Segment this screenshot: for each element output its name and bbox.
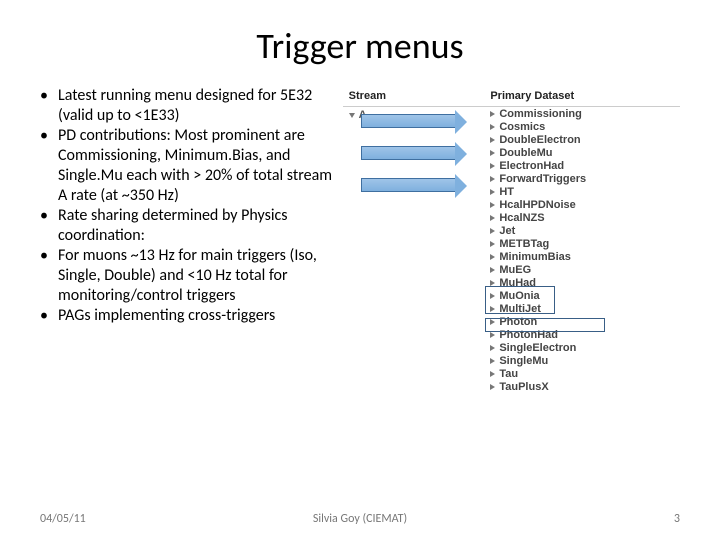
pd-table: Stream Primary Dataset A <box>343 86 680 393</box>
chevron-right-icon <box>490 332 495 338</box>
chevron-right-icon <box>490 280 495 286</box>
bullet-dot: • <box>40 246 58 306</box>
col-pd: Primary Dataset <box>484 86 680 107</box>
col-stream: Stream <box>343 86 485 107</box>
pd-item: SingleElectron <box>490 341 680 354</box>
pd-item: ForwardTriggers <box>490 172 680 185</box>
chevron-right-icon <box>490 137 495 143</box>
pd-label: Tau <box>499 368 518 380</box>
footer-author: Silvia Goy (CIEMAT) <box>313 512 407 526</box>
pd-item: Tau <box>490 367 680 380</box>
pd-label: ForwardTriggers <box>499 173 586 185</box>
pd-label: DoubleMu <box>499 147 552 159</box>
bullet-text: Rate sharing determined by Physics coord… <box>58 206 333 246</box>
chevron-right-icon <box>490 384 495 390</box>
pd-item: METBTag <box>490 237 680 250</box>
chevron-right-icon <box>490 241 495 247</box>
pd-label: SingleMu <box>499 355 548 367</box>
pd-label: TauPlusX <box>499 381 548 393</box>
chevron-right-icon <box>490 124 495 130</box>
bullet-item: •For muons ~13 Hz for main triggers (Iso… <box>40 246 333 306</box>
bullet-text: Latest running menu designed for 5E32 (v… <box>58 86 333 126</box>
pd-item: Cosmics <box>490 120 680 133</box>
pd-label: Cosmics <box>499 121 545 133</box>
arrow-shape <box>361 114 456 128</box>
pd-item: HcalHPDNoise <box>490 198 680 211</box>
slide: Trigger menus •Latest running menu desig… <box>0 0 720 540</box>
bullet-item: •Latest running menu designed for 5E32 (… <box>40 86 333 126</box>
pd-label: Commissioning <box>499 108 582 120</box>
chevron-right-icon <box>490 267 495 273</box>
arrow-shape <box>361 178 456 192</box>
pd-label: DoubleElectron <box>499 134 580 146</box>
bullet-text: PD contributions: Most prominent are Com… <box>58 126 333 206</box>
chevron-right-icon <box>490 358 495 364</box>
pd-label: HcalNZS <box>499 212 544 224</box>
pd-list: CommissioningCosmicsDoubleElectronDouble… <box>490 107 680 393</box>
bullet-dot: • <box>40 206 58 246</box>
pd-label: HT <box>499 186 514 198</box>
pd-label: MuEG <box>499 264 531 276</box>
chevron-right-icon <box>490 202 495 208</box>
bullet-list: •Latest running menu designed for 5E32 (… <box>40 86 333 326</box>
bullet-dot: • <box>40 306 58 326</box>
chevron-right-icon <box>490 371 495 377</box>
chevron-right-icon <box>490 176 495 182</box>
chevron-right-icon <box>490 254 495 260</box>
pd-item: SingleMu <box>490 354 680 367</box>
highlight-box <box>485 286 555 314</box>
pd-label: HcalHPDNoise <box>499 199 575 211</box>
footer-page: 3 <box>674 512 680 526</box>
pd-label: METBTag <box>499 238 549 250</box>
bullet-item: •Rate sharing determined by Physics coor… <box>40 206 333 246</box>
bullet-item: •PAGs implementing cross-triggers <box>40 306 333 326</box>
slide-title: Trigger menus <box>40 24 680 68</box>
chevron-right-icon <box>490 345 495 351</box>
chevron-right-icon <box>490 228 495 234</box>
bullet-text: PAGs implementing cross-triggers <box>58 306 333 326</box>
pd-item: MuEG <box>490 263 680 276</box>
chevron-right-icon <box>490 163 495 169</box>
chevron-right-icon <box>490 111 495 117</box>
highlight-box <box>485 318 605 332</box>
content-area: •Latest running menu designed for 5E32 (… <box>40 86 680 393</box>
bullet-dot: • <box>40 86 58 126</box>
table-column: Stream Primary Dataset A <box>343 86 680 393</box>
chevron-right-icon <box>490 150 495 156</box>
pd-label: MinimumBias <box>499 251 571 263</box>
pd-label: ElectronHad <box>499 160 564 172</box>
pd-item: TauPlusX <box>490 380 680 393</box>
pd-item: HT <box>490 185 680 198</box>
pd-item: MinimumBias <box>490 250 680 263</box>
bullet-item: •PD contributions: Most prominent are Co… <box>40 126 333 206</box>
bullet-column: •Latest running menu designed for 5E32 (… <box>40 86 343 393</box>
pd-item: DoubleMu <box>490 146 680 159</box>
chevron-down-icon <box>349 113 355 118</box>
pd-label: Jet <box>499 225 515 237</box>
footer: 04/05/11 Silvia Goy (CIEMAT) 3 <box>40 512 680 526</box>
pd-label: SingleElectron <box>499 342 576 354</box>
footer-date: 04/05/11 <box>40 512 86 526</box>
pd-item: Jet <box>490 224 680 237</box>
pd-item: ElectronHad <box>490 159 680 172</box>
arrow-shape <box>361 146 456 160</box>
chevron-right-icon <box>490 189 495 195</box>
pd-item: HcalNZS <box>490 211 680 224</box>
chevron-right-icon <box>490 215 495 221</box>
pd-item: DoubleElectron <box>490 133 680 146</box>
bullet-dot: • <box>40 126 58 206</box>
pd-item: Commissioning <box>490 107 680 120</box>
bullet-text: For muons ~13 Hz for main triggers (Iso,… <box>58 246 333 306</box>
